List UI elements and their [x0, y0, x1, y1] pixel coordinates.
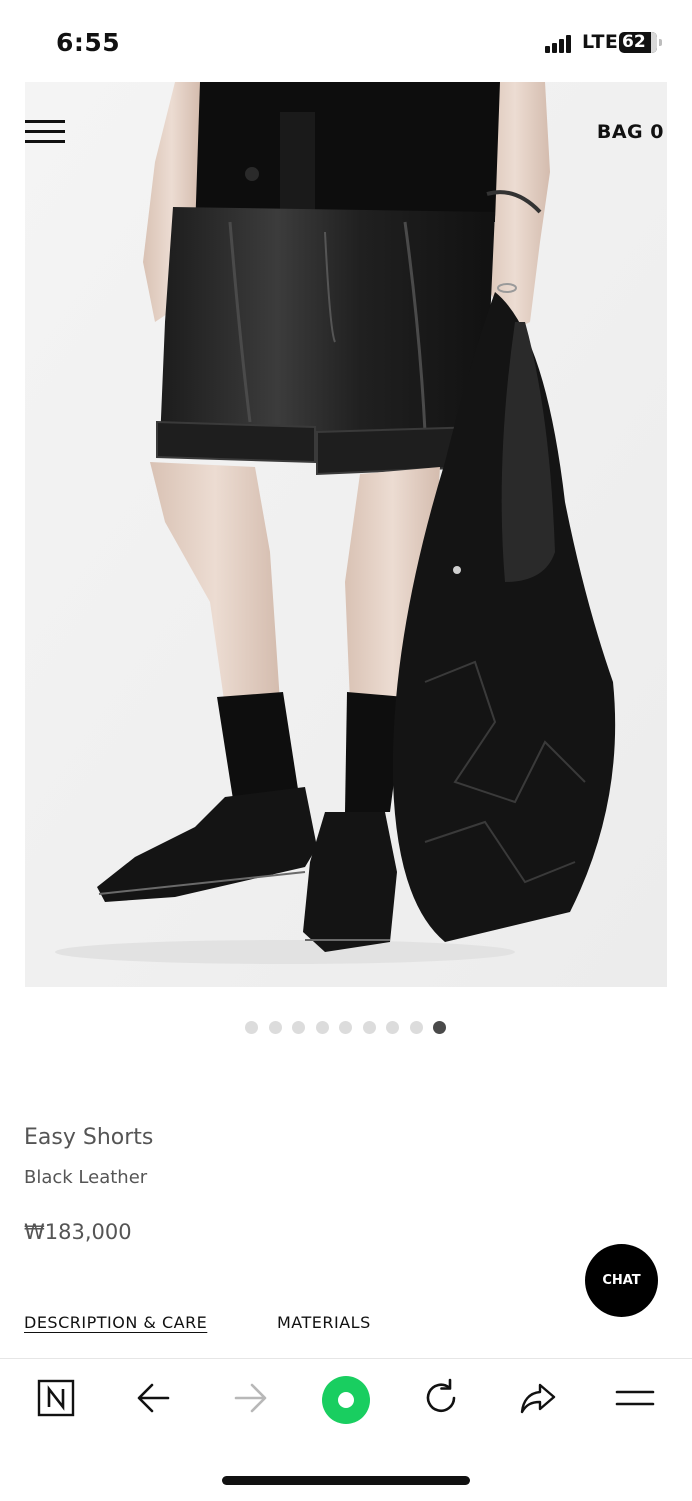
home-indicator: [222, 1476, 470, 1485]
tab-description-care[interactable]: DESCRIPTION & CARE: [24, 1313, 207, 1332]
bag-link[interactable]: BAG 0: [597, 121, 664, 143]
naver-n-icon[interactable]: [34, 1376, 78, 1420]
product-color: Black Leather: [24, 1167, 148, 1188]
menu-button[interactable]: [25, 120, 65, 144]
carousel-dot[interactable]: [386, 1021, 399, 1034]
product-image[interactable]: [25, 82, 667, 987]
battery-level: 62: [622, 32, 646, 52]
chat-button[interactable]: CHAT: [585, 1244, 658, 1317]
network-label: LTE: [582, 31, 619, 53]
naver-green-circle-icon[interactable]: [320, 1374, 372, 1426]
signal-icon: [545, 33, 575, 53]
battery-icon: 62: [619, 32, 662, 53]
reload-icon[interactable]: [419, 1376, 463, 1420]
product-price: ₩183,000: [24, 1220, 132, 1244]
status-bar: 6:55 LTE 62: [0, 0, 692, 80]
carousel-dot[interactable]: [245, 1021, 258, 1034]
carousel-dot-active[interactable]: [433, 1021, 446, 1034]
carousel-dot[interactable]: [268, 1021, 282, 1034]
tab-materials[interactable]: MATERIALS: [277, 1313, 371, 1332]
carousel-dot[interactable]: [315, 1021, 329, 1034]
carousel-dot[interactable]: [362, 1021, 376, 1034]
forward-arrow-icon[interactable]: [228, 1376, 272, 1420]
more-menu-icon[interactable]: [613, 1376, 657, 1420]
carousel-dot[interactable]: [292, 1021, 305, 1034]
share-icon[interactable]: [516, 1376, 560, 1420]
status-time: 6:55: [56, 28, 121, 57]
carousel-dot[interactable]: [409, 1021, 423, 1034]
product-name: Easy Shorts: [24, 1125, 154, 1150]
back-arrow-icon[interactable]: [132, 1376, 176, 1420]
hamburger-menu-icon: [25, 120, 65, 123]
carousel-dot[interactable]: [339, 1021, 352, 1034]
product-photo-illustration: [25, 82, 667, 987]
